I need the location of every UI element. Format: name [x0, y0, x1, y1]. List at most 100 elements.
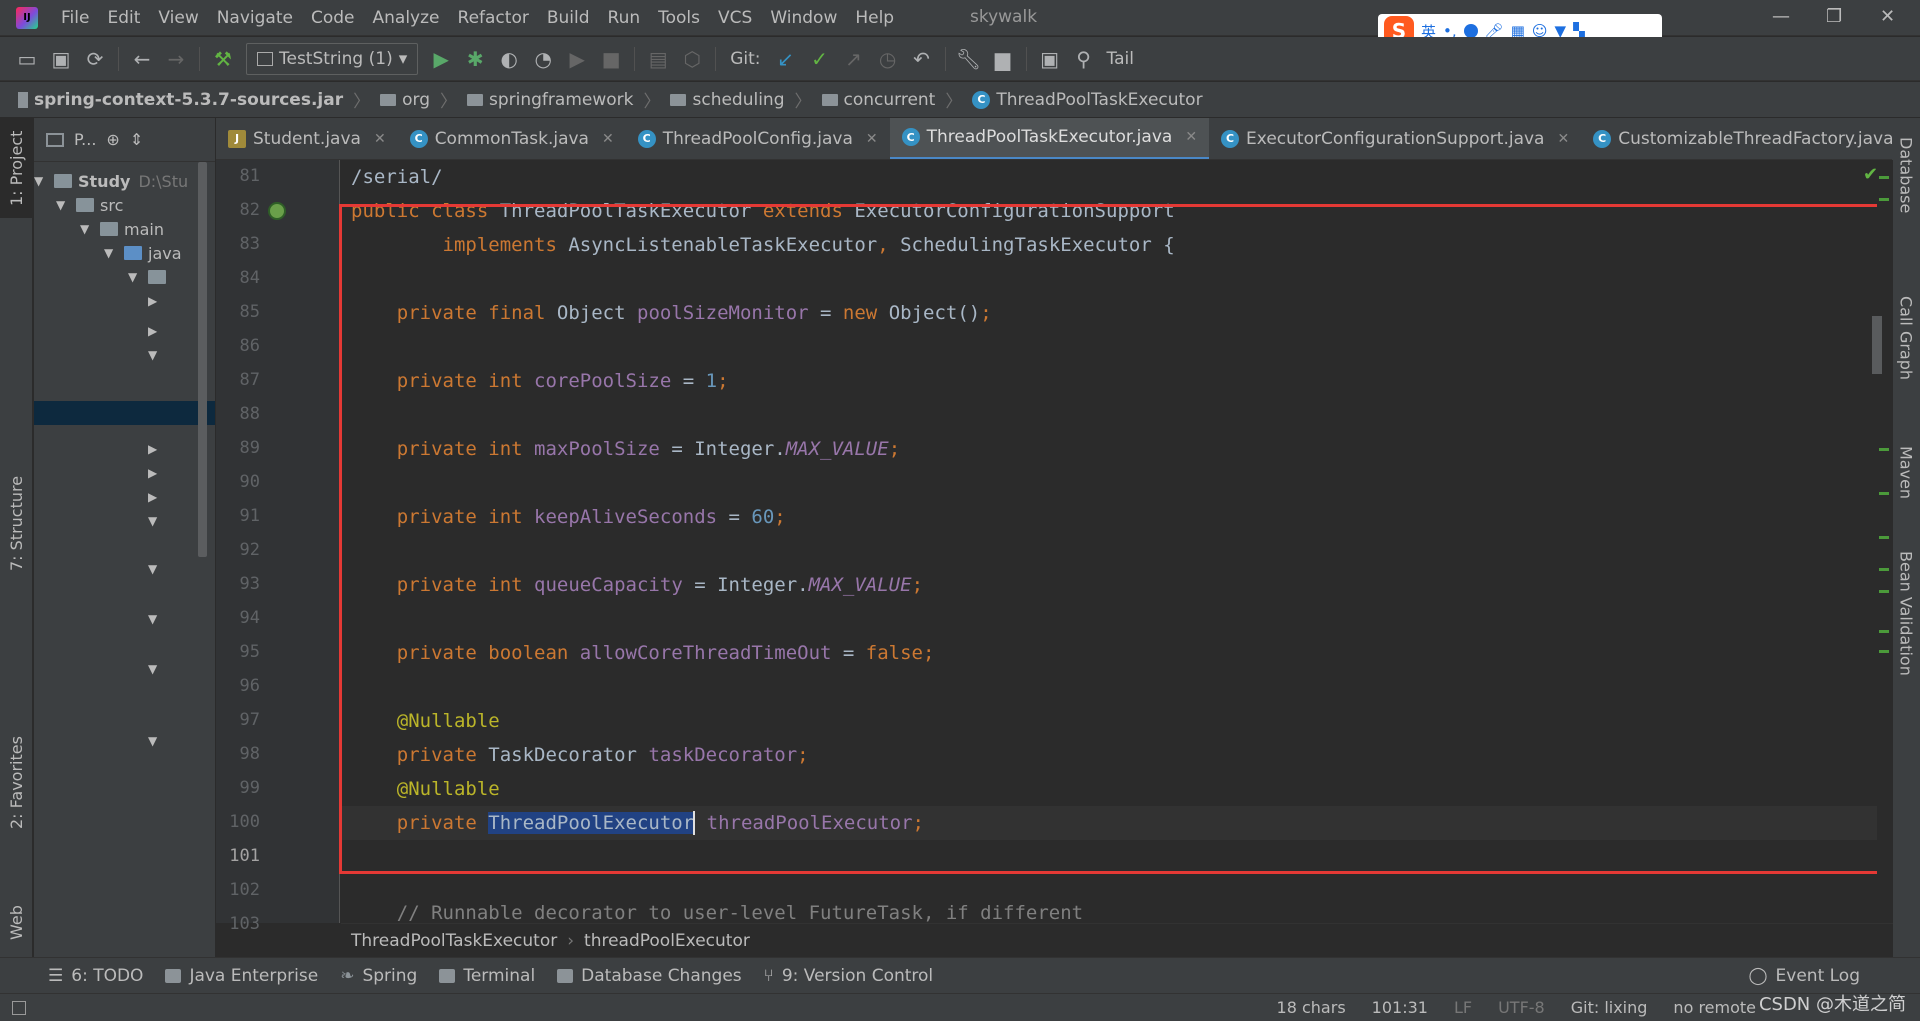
window-restore-icon[interactable]: ❐ — [1826, 6, 1842, 27]
spring-bean-icon[interactable] — [268, 202, 286, 220]
tool-tab-maven[interactable]: Maven — [1892, 418, 1920, 528]
collapsed-arrow-icon[interactable]: ▶ — [148, 490, 160, 504]
expand-arrow-icon[interactable]: ▼ — [128, 270, 140, 284]
tree-node-expanded[interactable]: ▼ — [148, 608, 215, 630]
selected-text[interactable]: ThreadPoolExecutor — [488, 812, 695, 834]
open-folder-icon[interactable]: ▭ — [10, 44, 44, 74]
collapse-all-icon[interactable]: ⇕ — [130, 130, 143, 149]
window-minimize-icon[interactable]: — — [1772, 6, 1790, 27]
tool-tab-callgraph[interactable]: Call Graph — [1892, 268, 1920, 408]
status-remote[interactable]: no remote — [1673, 998, 1756, 1017]
tool-window-version-control[interactable]: ⑂ 9: Version Control — [764, 966, 934, 986]
expand-arrow-icon[interactable]: ▼ — [148, 734, 160, 748]
tail-button[interactable]: Tail — [1107, 49, 1134, 69]
git-history-icon[interactable]: ◷ — [871, 44, 905, 74]
change-marker[interactable] — [1879, 492, 1889, 495]
editor-gutter[interactable]: 81 82 83 84 85 86 87 88 89 90 91 92 93 9… — [216, 160, 340, 934]
change-marker[interactable] — [1879, 568, 1889, 571]
tool-tab-structure[interactable]: 7: Structure — [0, 458, 33, 588]
close-icon[interactable]: ✕ — [602, 131, 614, 147]
collapsed-arrow-icon[interactable]: ▶ — [148, 324, 160, 338]
tool-window-java-enterprise[interactable]: Java Enterprise — [165, 966, 318, 986]
project-scrollbar[interactable] — [198, 162, 207, 557]
menu-help[interactable]: Help — [846, 0, 903, 36]
attach-debugger-icon[interactable]: ▤ — [641, 44, 675, 74]
tab-commontask[interactable]: C CommonTask.java ✕ — [398, 118, 626, 159]
expand-arrow-icon[interactable]: ▼ — [148, 562, 160, 576]
tree-node-main[interactable]: ▼ main — [80, 218, 215, 240]
tree-node-selected[interactable] — [34, 401, 215, 425]
menu-edit[interactable]: Edit — [98, 0, 149, 36]
tree-node-expanded[interactable]: ▼ — [148, 730, 215, 752]
expand-arrow-icon[interactable]: ▼ — [56, 198, 68, 212]
build-hammer-icon[interactable]: ⚒ — [206, 44, 240, 74]
inspection-ok-check-icon[interactable]: ✔ — [1863, 164, 1878, 185]
tab-student[interactable]: J Student.java ✕ — [216, 118, 398, 159]
tool-tab-favorites[interactable]: 2: Favorites — [0, 718, 33, 848]
change-marker[interactable] — [1879, 198, 1889, 201]
close-icon[interactable]: ✕ — [1185, 129, 1197, 145]
nav-crumb-springframework[interactable]: springframework — [467, 90, 633, 110]
search-icon[interactable]: ⚲ — [1067, 44, 1101, 74]
menu-file[interactable]: File — [52, 0, 98, 36]
status-git-branch[interactable]: Git: lixing — [1571, 998, 1648, 1017]
change-marker[interactable] — [1879, 536, 1889, 539]
menu-run[interactable]: Run — [599, 0, 650, 36]
nav-crumb-class[interactable]: C ThreadPoolTaskExecutor — [972, 90, 1203, 110]
tool-tab-bean-validation[interactable]: Bean Validation — [1892, 528, 1920, 698]
menu-code[interactable]: Code — [302, 0, 364, 36]
menu-refactor[interactable]: Refactor — [449, 0, 538, 36]
breadcrumb-item[interactable]: ThreadPoolTaskExecutor — [351, 931, 557, 951]
profile-icon[interactable]: ◔ — [526, 44, 560, 74]
nav-crumb-scheduling[interactable]: scheduling — [670, 90, 785, 110]
tab-threadpoolconfig[interactable]: C ThreadPoolConfig.java ✕ — [626, 118, 890, 159]
git-push-icon[interactable]: ↗ — [837, 44, 871, 74]
tool-tab-database[interactable]: Database — [1892, 118, 1920, 233]
stop-icon[interactable]: ■ — [594, 44, 628, 74]
forward-arrow-icon[interactable]: → — [159, 44, 193, 74]
save-icon[interactable]: ▣ — [44, 44, 78, 74]
close-icon[interactable]: ✕ — [374, 131, 386, 147]
tool-window-event-log[interactable]: ◯ Event Log — [1749, 966, 1861, 986]
code-editor[interactable]: /serial/ public class ThreadPoolTaskExec… — [341, 160, 1893, 923]
expand-arrow-icon[interactable]: ▼ — [80, 222, 92, 236]
status-caret-position[interactable]: 101:31 — [1372, 998, 1428, 1017]
collapsed-arrow-icon[interactable]: ▶ — [148, 294, 160, 308]
tool-tab-web[interactable]: Web — [0, 878, 33, 968]
change-marker[interactable] — [1879, 448, 1889, 451]
expand-arrow-icon[interactable]: ▼ — [148, 348, 160, 362]
close-icon[interactable]: ✕ — [1557, 131, 1569, 147]
change-marker[interactable] — [1879, 630, 1889, 633]
resume-icon[interactable]: ▶ — [560, 44, 594, 74]
tab-executorconfigurationsupport[interactable]: C ExecutorConfigurationSupport.java ✕ — [1209, 118, 1581, 159]
nav-crumb-jar[interactable]: spring-context-5.3.7-sources.jar — [18, 90, 343, 110]
ime-emoji-icon[interactable] — [1463, 24, 1478, 38]
tab-threadpooltaskexecutor[interactable]: C ThreadPoolTaskExecutor.java ✕ — [889, 118, 1210, 159]
expand-arrow-icon[interactable]: ▼ — [34, 174, 46, 188]
menu-vcs[interactable]: VCS — [709, 0, 761, 36]
tool-window-terminal[interactable]: Terminal — [439, 966, 535, 986]
toggle-tool-windows-icon[interactable] — [12, 1000, 26, 1015]
tree-node-expanded[interactable]: ▼ — [148, 558, 215, 580]
expand-arrow-icon[interactable]: ▼ — [148, 612, 160, 626]
editor-scrollbar-thumb[interactable] — [1872, 316, 1882, 374]
git-commit-icon[interactable]: ✓ — [803, 44, 837, 74]
nav-crumb-org[interactable]: org — [380, 90, 430, 110]
debug-bug-icon[interactable]: ✱ — [458, 44, 492, 74]
locate-target-icon[interactable]: ⊕ — [106, 130, 119, 149]
settings-wrench-icon[interactable]: 🔧︎ — [952, 44, 986, 74]
tool-window-spring[interactable]: ❧ Spring — [340, 966, 417, 986]
project-structure-icon[interactable]: ⬡ — [675, 44, 709, 74]
tab-customizablethreadfactory[interactable]: C CustomizableThreadFactory.java — [1581, 118, 1892, 159]
back-arrow-icon[interactable]: ← — [125, 44, 159, 74]
project-settings-icon[interactable]: ▆ — [986, 44, 1020, 74]
git-rollback-icon[interactable]: ↶ — [905, 44, 939, 74]
expand-arrow-icon[interactable]: ▼ — [148, 514, 160, 528]
error-stripe[interactable] — [1877, 160, 1891, 923]
terminal-icon[interactable]: ▣ — [1033, 44, 1067, 74]
tree-node-root[interactable]: ▼ Study D:\Stu — [34, 170, 204, 192]
run-icon[interactable]: ▶ — [424, 44, 458, 74]
collapsed-arrow-icon[interactable]: ▶ — [148, 442, 160, 456]
project-view-select[interactable]: P... — [74, 130, 96, 149]
tool-window-todo[interactable]: ☰ 6: TODO — [48, 966, 143, 986]
